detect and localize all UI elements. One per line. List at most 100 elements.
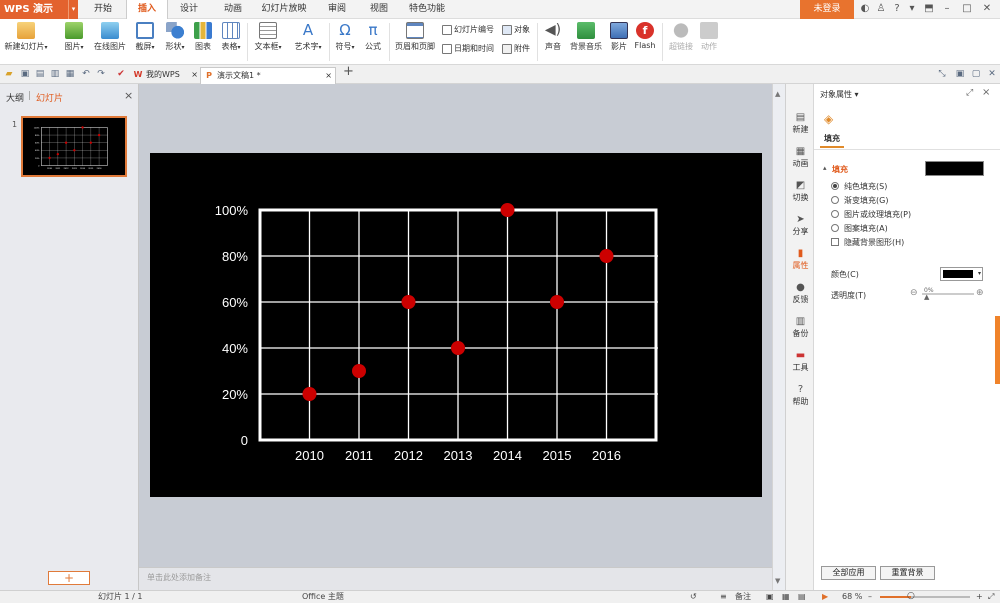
close-tab-icon[interactable]: × bbox=[325, 68, 332, 84]
apply-to-all-button[interactable]: 全部应用 bbox=[821, 566, 876, 580]
tab-home[interactable]: 开始 bbox=[86, 0, 120, 19]
scroll-up-icon[interactable]: ▲ bbox=[775, 90, 780, 98]
tab-outline[interactable]: 大纲 bbox=[6, 91, 24, 104]
reset-background-button[interactable]: 重置背景 bbox=[880, 566, 935, 580]
symbol-button[interactable]: Ω 符号▾ bbox=[332, 22, 358, 52]
sound-button[interactable]: ◀) 声音 bbox=[541, 22, 565, 52]
zoom-level[interactable]: 68 % bbox=[842, 591, 862, 603]
zoom-slider[interactable] bbox=[880, 596, 970, 598]
strip-new-button[interactable]: ▤ 新建 bbox=[786, 112, 815, 135]
transparency-minus-icon[interactable]: ⊖ bbox=[910, 288, 918, 298]
skin-icon[interactable]: ◐ bbox=[858, 2, 872, 16]
strip-backup-button[interactable]: ▥ 备份 bbox=[786, 316, 815, 339]
history-icon[interactable]: ↺ bbox=[690, 591, 697, 603]
gradient-fill-label[interactable]: 渐变填充(G) bbox=[844, 195, 888, 206]
restore-layout-icon[interactable]: ⬒ bbox=[922, 2, 936, 16]
flash-button[interactable]: f Flash bbox=[633, 22, 657, 50]
strip-animation-button[interactable]: ▦ 动画 bbox=[786, 146, 815, 169]
tab-special-features[interactable]: 特色功能 bbox=[402, 0, 452, 19]
app-menu-arrow-icon[interactable]: ▾ bbox=[68, 0, 78, 19]
export-pdf-icon[interactable]: ▥ bbox=[50, 69, 60, 79]
fill-color-swatch[interactable] bbox=[925, 161, 984, 176]
slide-sorter-icon[interactable]: ▦ bbox=[782, 591, 790, 603]
minimize-doc-icon[interactable]: ▢ bbox=[971, 69, 981, 79]
play-slideshow-icon[interactable]: ▶ bbox=[822, 591, 828, 603]
vertical-scrollbar[interactable]: ▲ ▼ bbox=[772, 84, 785, 590]
normal-view-icon[interactable]: ▣ bbox=[766, 591, 774, 603]
gradient-fill-radio[interactable] bbox=[831, 196, 839, 204]
doc-tab-presentation[interactable]: P 演示文稿1 * × bbox=[200, 67, 336, 84]
hide-background-graphics-checkbox[interactable] bbox=[831, 238, 839, 246]
redo-icon[interactable]: ↷ bbox=[96, 69, 106, 79]
formula-button[interactable]: π 公式 bbox=[362, 22, 384, 52]
pattern-fill-radio[interactable] bbox=[831, 224, 839, 232]
pane-resize-handle[interactable] bbox=[995, 316, 1000, 384]
slide-thumbnail[interactable]: 0 20% 40% 60% 80% 100% 2010 2011 2012 2013 2014 201… bbox=[21, 116, 127, 177]
properties-title[interactable]: 对象属性 ▾ bbox=[820, 89, 859, 100]
fill-tab[interactable]: 填充 bbox=[824, 133, 840, 144]
chart-button[interactable]: 图表 bbox=[192, 22, 214, 52]
print-preview-icon[interactable]: ▤ bbox=[35, 69, 45, 79]
hide-background-graphics-label[interactable]: 隐藏背景图形(H) bbox=[844, 237, 904, 248]
login-button[interactable]: 未登录 bbox=[800, 0, 854, 19]
textbox-button[interactable]: 文本框▾ bbox=[250, 22, 286, 52]
zoom-out-icon[interactable]: – bbox=[868, 591, 872, 603]
tab-animation[interactable]: 动画 bbox=[216, 0, 250, 19]
options-icon[interactable]: ▾ bbox=[905, 2, 919, 16]
tab-design[interactable]: 设计 bbox=[172, 0, 206, 19]
solid-fill-label[interactable]: 纯色填充(S) bbox=[844, 181, 887, 192]
section-collapse-icon[interactable]: ▴ bbox=[823, 164, 827, 172]
tab-review[interactable]: 审阅 bbox=[320, 0, 354, 19]
pane-dock-icon[interactable]: ⤢ bbox=[966, 88, 973, 98]
collapse-ribbon-icon[interactable]: ⤡ bbox=[937, 69, 947, 79]
open-icon[interactable]: ▰ bbox=[4, 69, 14, 79]
undo-icon[interactable]: ↶ bbox=[81, 69, 91, 79]
strip-share-button[interactable]: ➤ 分享 bbox=[786, 214, 815, 237]
tab-view[interactable]: 视图 bbox=[362, 0, 396, 19]
slide-canvas[interactable]: 0 20% 40% 60% 80% 100% 2010 2011 2012 2013 2014 201… bbox=[150, 153, 762, 497]
strip-help-button[interactable]: ? 帮助 bbox=[786, 384, 815, 407]
wps-app-menu-button[interactable]: WPS 演示 ▾ bbox=[0, 0, 78, 19]
notes-icon[interactable]: ≡ bbox=[720, 591, 727, 603]
transparency-plus-icon[interactable]: ⊕ bbox=[976, 288, 984, 298]
movie-button[interactable]: 影片 bbox=[607, 22, 631, 52]
tab-insert[interactable]: 插入 bbox=[126, 0, 168, 19]
tab-slides[interactable]: 幻灯片 bbox=[36, 91, 63, 104]
zoom-slider-thumb[interactable]: ○ bbox=[907, 590, 915, 602]
notes-area[interactable]: 单击此处添加备注 bbox=[139, 567, 772, 590]
scroll-down-icon[interactable]: ▼ bbox=[775, 577, 780, 585]
close-tab-icon[interactable]: × bbox=[191, 67, 198, 83]
maximize-icon[interactable]: □ bbox=[960, 2, 974, 16]
attachment-button[interactable]: 附件 bbox=[502, 43, 530, 55]
picture-button[interactable]: 图片▾ bbox=[60, 22, 88, 52]
date-time-button[interactable]: 日期和时间 bbox=[442, 43, 494, 55]
format-painter-icon[interactable]: ✔ bbox=[116, 69, 126, 79]
add-slide-button[interactable]: + bbox=[48, 571, 90, 585]
screenshot-button[interactable]: 截屏▾ bbox=[132, 22, 158, 52]
close-properties-icon[interactable]: × bbox=[982, 87, 990, 98]
shirt-icon[interactable]: ♙ bbox=[874, 2, 888, 16]
save-icon[interactable]: ▣ bbox=[20, 69, 30, 79]
header-footer-button[interactable]: 页眉和页脚 bbox=[393, 22, 437, 52]
window-mode-icon[interactable]: ▣ bbox=[955, 69, 965, 79]
online-picture-button[interactable]: 在线图片 bbox=[92, 22, 128, 52]
slide-number-button[interactable]: 幻灯片编号 bbox=[442, 24, 494, 36]
minimize-icon[interactable]: – bbox=[940, 2, 954, 16]
close-pane-icon[interactable]: × bbox=[124, 89, 133, 102]
pattern-fill-label[interactable]: 图案填充(A) bbox=[844, 223, 888, 234]
close-doc-icon[interactable]: ✕ bbox=[987, 69, 997, 79]
doc-tab-my-wps[interactable]: W 我的WPS × bbox=[130, 67, 200, 84]
zoom-in-icon[interactable]: + bbox=[976, 591, 983, 603]
solid-fill-radio[interactable] bbox=[831, 182, 839, 190]
wordart-button[interactable]: A 艺术字▾ bbox=[290, 22, 326, 52]
color-dropdown[interactable]: ▾ bbox=[940, 267, 983, 281]
print-icon[interactable]: ▦ bbox=[65, 69, 75, 79]
notes-toggle[interactable]: 备注 bbox=[735, 591, 751, 603]
new-slide-button[interactable]: 新建幻灯片▾ bbox=[4, 22, 48, 52]
reading-view-icon[interactable]: ▤ bbox=[798, 591, 806, 603]
shape-button[interactable]: 形状▾ bbox=[162, 22, 188, 52]
tab-slideshow[interactable]: 幻灯片放映 bbox=[258, 0, 310, 19]
help-icon[interactable]: ? bbox=[890, 2, 904, 16]
hyperlink-button[interactable]: 超链接 bbox=[666, 22, 696, 52]
picture-texture-fill-radio[interactable] bbox=[831, 210, 839, 218]
